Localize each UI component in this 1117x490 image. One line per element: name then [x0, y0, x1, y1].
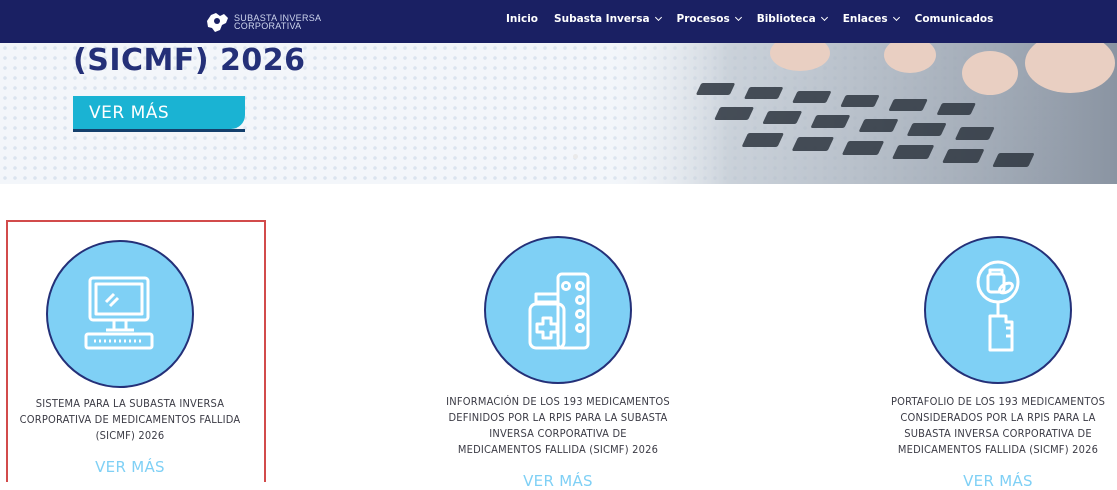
card-description: SISTEMA PARA LA SUBASTA INVERSA CORPORAT… [0, 396, 260, 444]
nav-item-biblioteca[interactable]: Biblioteca [756, 13, 828, 25]
nav-item-label: Inicio [506, 13, 539, 25]
card-sicmf-system[interactable]: SISTEMA PARA LA SUBASTA INVERSA CORPORAT… [6, 220, 266, 482]
card-line: MEDICAMENTOS FALLIDA (SICMF) 2026 [897, 443, 1099, 456]
card-line: SUBASTA INVERSA CORPORATIVA DE [904, 427, 1092, 440]
medicine-pills-icon [528, 272, 590, 350]
card-line: INVERSA CORPORATIVA DE [489, 427, 627, 440]
hero-title: (SICMF) 2026 [73, 43, 306, 78]
card-description: INFORMACIÓN DE LOS 193 MEDICAMENTOS DEFI… [428, 394, 688, 458]
nav-item-procesos[interactable]: Procesos [676, 13, 742, 25]
nav-item-comunicados[interactable]: Comunicados [915, 13, 994, 25]
card-line: MEDICAMENTOS FALLIDA (SICMF) 2026 [457, 443, 659, 456]
nav-item-label: Enlaces [842, 13, 888, 25]
nav-item-subasta-inversa[interactable]: Subasta Inversa [554, 13, 662, 25]
nav-item-label: Comunicados [914, 13, 994, 25]
nav-item-label: Biblioteca [756, 13, 816, 25]
magnifier-medicine-icon [976, 260, 1020, 352]
logo-line-2: CORPORATIVA [234, 21, 302, 31]
card-ver-mas-link[interactable]: VER MÁS [428, 472, 688, 490]
nav-item-label: Subasta Inversa [554, 13, 650, 25]
card-medicamentos-portafolio[interactable]: PORTAFOLIO DE LOS 193 MEDICAMENTOS CONSI… [866, 220, 1117, 490]
chevron-down-icon [654, 13, 662, 22]
chevron-down-icon [734, 13, 742, 22]
card-line: PORTAFOLIO DE LOS 193 MEDICAMENTOS [890, 395, 1106, 408]
ecuador-map-logo-icon [207, 13, 228, 32]
card-line: CONSIDERADOS POR LA RPIS PARA LA [900, 411, 1096, 424]
chevron-down-icon [892, 13, 900, 22]
card-medicamentos-info[interactable]: INFORMACIÓN DE LOS 193 MEDICAMENTOS DEFI… [428, 220, 688, 490]
card-line: DEFINIDOS POR LA RPIS PARA LA SUBASTA [448, 411, 668, 424]
site-logo[interactable]: SUBASTA INVERSA CORPORATIVA [204, 11, 321, 33]
hero-slider: (SICMF) 2026 VER MÁS [0, 43, 1117, 184]
top-navbar: SUBASTA INVERSA CORPORATIVA Inicio Subas… [0, 0, 1117, 43]
card-line: SISTEMA PARA LA SUBASTA INVERSA [35, 397, 225, 410]
main-menu: Inicio Subasta Inversa Procesos Bibliote… [506, 13, 1009, 25]
card-ver-mas-link[interactable]: VER MÁS [868, 472, 1117, 490]
nav-item-inicio[interactable]: Inicio [506, 13, 538, 25]
nav-item-label: Procesos [676, 13, 730, 25]
nav-item-enlaces[interactable]: Enlaces [842, 13, 900, 25]
hero-button-shadow [73, 129, 245, 132]
card-line: (SICMF) 2026 [95, 429, 165, 442]
computer-monitor-icon [84, 276, 154, 350]
card-ver-mas-link[interactable]: VER MÁS [0, 458, 260, 476]
card-line: CORPORATIVA DE MEDICAMENTOS FALLIDA [19, 413, 241, 426]
hero-ver-mas-button[interactable]: VER MÁS [73, 96, 245, 129]
card-description: PORTAFOLIO DE LOS 193 MEDICAMENTOS CONSI… [868, 394, 1117, 458]
keyboard-photo [600, 43, 1117, 184]
logo-text: SUBASTA INVERSA CORPORATIVA [234, 14, 321, 31]
slider-dot[interactable] [573, 154, 578, 159]
chevron-down-icon [820, 13, 828, 22]
card-line: INFORMACIÓN DE LOS 193 MEDICAMENTOS [446, 395, 670, 408]
